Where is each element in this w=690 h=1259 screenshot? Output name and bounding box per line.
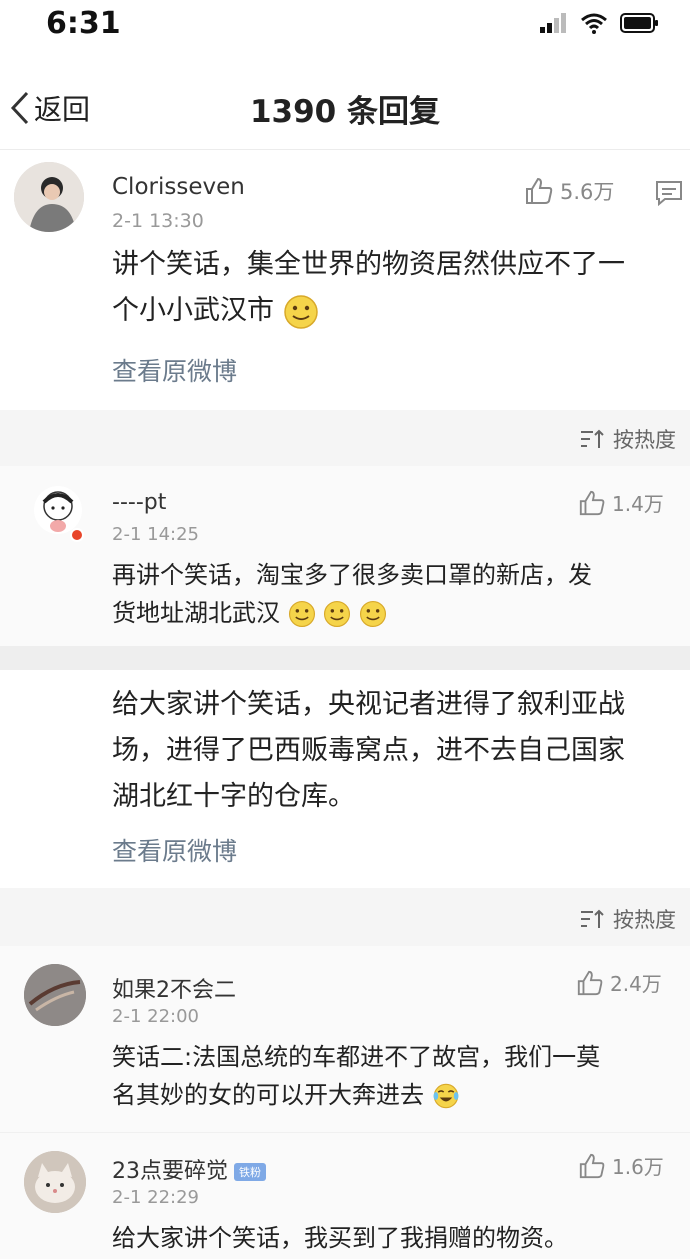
reply-text-line-1: 再讲个笑话，淘宝多了很多卖口罩的新店，发	[112, 561, 592, 589]
sort-icon	[581, 429, 604, 448]
like-button[interactable]: 2.4万	[576, 968, 662, 997]
smile-emoji-icon	[288, 600, 315, 628]
view-original-link[interactable]: 查看原微博	[112, 352, 237, 388]
reply-text-line-2: 货地址湖北武汉	[112, 594, 682, 632]
reply-item: 如果2不会二 2-1 22:00 2.4万 笑话二:法国总统的车都进不了故宫，我…	[0, 946, 690, 1132]
like-count: 5.6万	[560, 180, 615, 204]
like-count: 2.4万	[610, 972, 662, 996]
laugh-cry-emoji-icon	[433, 1083, 459, 1109]
reply-text: 笑话二:法国总统的车都进不了故宫，我们一莫 名其妙的女的可以开大奔进去	[112, 1038, 682, 1114]
reply-username[interactable]: 如果2不会二	[112, 972, 236, 1004]
thumb-up-icon	[526, 177, 553, 204]
smile-emoji-icon	[283, 294, 318, 329]
post-text-line-1: 讲个笑话，集全世界的物资居然供应不了一	[112, 249, 625, 280]
reply-username[interactable]: ----pt	[112, 490, 166, 515]
like-count: 1.4万	[612, 492, 664, 516]
post-time: 2-1 13:30	[112, 210, 204, 232]
sort-bar: 按热度	[0, 410, 690, 466]
page-title: 1390 条回复	[249, 94, 441, 130]
sort-label: 按热度	[613, 428, 676, 452]
verified-badge	[70, 528, 84, 542]
thumb-up-icon	[579, 1153, 605, 1178]
status-icons	[540, 12, 660, 34]
main-post: Clorisseven 2-1 13:30 5.6万 讲个笑话，集全世界的物资居…	[0, 150, 690, 410]
divider	[0, 646, 690, 670]
post-text-line-2: 个小小武汉市	[112, 288, 682, 334]
view-original-link[interactable]: 查看原微博	[112, 832, 237, 868]
reply-item: ----pt 2-1 14:25 1.4万 再讲个笑话，淘宝多了很多卖口罩的新店…	[0, 466, 690, 646]
sort-icon	[581, 909, 604, 928]
like-button[interactable]: 1.4万	[578, 488, 664, 517]
reply-text-line-2: 名其妙的女的可以开大奔进去	[112, 1076, 682, 1114]
reply-text-line-1: 笑话二:法国总统的车都进不了故宫，我们一莫	[112, 1043, 601, 1071]
thumb-up-icon	[577, 970, 603, 995]
wifi-icon	[581, 13, 607, 34]
reply-text: 给大家讲个笑话，我买到了我捐赠的物资。	[112, 1219, 682, 1257]
nav-bar: 返回 1390 条回复	[0, 60, 690, 150]
status-time: 6:31	[46, 6, 121, 41]
fan-badge: 铁粉	[234, 1163, 266, 1181]
thumb-up-icon	[579, 490, 605, 515]
reply-item: 23点要碎觉 铁粉 2-1 22:29 1.6万 给大家讲个笑话，我买到了我捐赠的…	[0, 1132, 690, 1259]
post-text-line-1: 给大家讲个笑话，央视记者进得了叙利亚战	[112, 689, 625, 720]
comment-icon[interactable]	[655, 180, 683, 206]
like-count: 1.6万	[612, 1155, 664, 1179]
reply-text: 再讲个笑话，淘宝多了很多卖口罩的新店，发 货地址湖北武汉	[112, 556, 682, 632]
smile-emoji-icon	[359, 600, 386, 628]
status-bar: 6:31	[0, 0, 690, 48]
reply-time: 2-1 22:29	[112, 1187, 199, 1208]
post-text: 给大家讲个笑话，央视记者进得了叙利亚战 场，进得了巴西贩毒窝点，进不去自己国家 …	[112, 682, 682, 820]
sort-button[interactable]: 按热度	[579, 904, 676, 934]
battery-icon	[620, 13, 658, 33]
reply-time: 2-1 14:25	[112, 524, 199, 545]
like-button[interactable]: 5.6万	[524, 176, 614, 206]
avatar[interactable]	[24, 1151, 86, 1213]
post-text-line-2: 场，进得了巴西贩毒窝点，进不去自己国家	[112, 735, 625, 766]
reply-username[interactable]: 23点要碎觉	[112, 1159, 228, 1184]
post-text: 讲个笑话，集全世界的物资居然供应不了一 个小小武汉市	[112, 242, 682, 334]
post-text-line-3: 湖北红十字的仓库。	[112, 781, 355, 812]
sort-bar: 按热度	[0, 888, 690, 946]
reply-text-line-1: 给大家讲个笑话，我买到了我捐赠的物资。	[112, 1224, 568, 1252]
like-button[interactable]: 1.6万	[578, 1151, 664, 1180]
avatar[interactable]	[14, 162, 84, 232]
signal-icon	[540, 13, 566, 33]
smile-emoji-icon	[324, 600, 351, 628]
avatar[interactable]	[34, 486, 82, 534]
second-post: 给大家讲个笑话，央视记者进得了叙利亚战 场，进得了巴西贩毒窝点，进不去自己国家 …	[0, 670, 690, 888]
post-username[interactable]: Clorisseven	[112, 174, 245, 200]
reply-username-row: 23点要碎觉 铁粉	[112, 1153, 266, 1185]
avatar[interactable]	[24, 964, 86, 1026]
sort-label: 按热度	[613, 908, 676, 932]
sort-button[interactable]: 按热度	[579, 424, 676, 454]
reply-time: 2-1 22:00	[112, 1006, 199, 1027]
